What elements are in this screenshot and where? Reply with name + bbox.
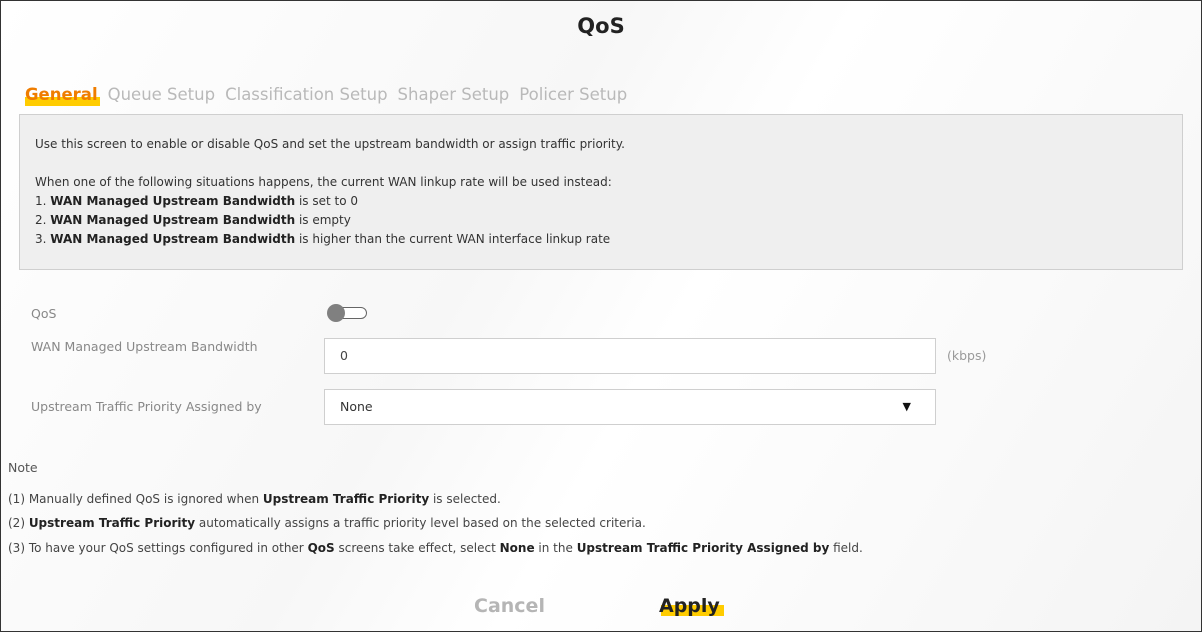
apply-button-label: Apply: [659, 595, 720, 617]
note-3-g: field.: [829, 541, 863, 555]
note-title: Note: [8, 460, 38, 475]
qos-label: QoS: [31, 306, 57, 321]
note-3-c: screens take effect, select: [334, 541, 500, 555]
note-3-f: Upstream Traffic Priority Assigned by: [576, 541, 830, 555]
note-2-b: Upstream Traffic Priority: [28, 516, 196, 530]
note-3-e: in the: [534, 541, 577, 555]
tab-general[interactable]: General: [25, 85, 100, 106]
apply-button[interactable]: Apply: [659, 595, 724, 617]
priority-select-value: None: [340, 399, 373, 414]
info-item-3: 3. WAN Managed Upstream Bandwidth is hig…: [35, 230, 1182, 249]
info-item-3-bold: WAN Managed Upstream Bandwidth: [50, 232, 296, 246]
info-item-3-rest: is higher than the current WAN interface…: [295, 232, 611, 246]
note-3-d: None: [499, 541, 535, 555]
tab-queue-setup-label: Queue Setup: [107, 85, 216, 104]
info-item-2-bold: WAN Managed Upstream Bandwidth: [50, 213, 296, 227]
note-1-c: is selected.: [429, 492, 501, 506]
dropdown-arrow-icon: ▼: [902, 400, 911, 413]
qos-toggle-knob: [327, 304, 345, 322]
note-3: (3) To have your QoS settings configured…: [8, 541, 863, 555]
priority-label: Upstream Traffic Priority Assigned by: [31, 399, 262, 414]
info-item-2-num: 2.: [35, 213, 51, 227]
info-item-2-rest: is empty: [295, 213, 351, 227]
bandwidth-label: WAN Managed Upstream Bandwidth: [31, 339, 258, 354]
note-2-a: (2): [8, 516, 29, 530]
note-2-c: automatically assigns a traffic priority…: [195, 516, 646, 530]
tab-policer-setup-label: Policer Setup: [519, 85, 628, 104]
page-title: QoS: [577, 14, 625, 38]
note-2: (2) Upstream Traffic Priority automatica…: [8, 516, 646, 530]
tab-queue-setup[interactable]: Queue Setup: [108, 85, 215, 106]
info-item-2: 2. WAN Managed Upstream Bandwidth is emp…: [35, 211, 1182, 230]
cancel-button[interactable]: Cancel: [474, 595, 545, 617]
tab-bar: General Queue Setup Classification Setup…: [25, 85, 637, 106]
info-item-1-rest: is set to 0: [295, 194, 359, 208]
tab-classification-setup[interactable]: Classification Setup: [225, 85, 387, 106]
tab-shaper-setup-label: Shaper Setup: [397, 85, 510, 104]
info-item-1-num: 1.: [35, 194, 51, 208]
note-1-b: Upstream Traffic Priority: [262, 492, 430, 506]
info-item-1: 1. WAN Managed Upstream Bandwidth is set…: [35, 192, 1182, 211]
bandwidth-input[interactable]: 0: [324, 338, 936, 374]
info-situations-intro: When one of the following situations hap…: [35, 175, 612, 189]
tab-shaper-setup[interactable]: Shaper Setup: [398, 85, 510, 106]
tab-general-label: General: [25, 85, 98, 104]
tab-classification-setup-label: Classification Setup: [225, 85, 388, 104]
note-1: (1) Manually defined QoS is ignored when…: [8, 492, 501, 506]
qos-page: QoS General Queue Setup Classification S…: [0, 0, 1202, 632]
note-3-a: (3) To have your QoS settings configured…: [8, 541, 308, 555]
info-intro: Use this screen to enable or disable QoS…: [35, 137, 625, 151]
bandwidth-unit: (kbps): [947, 348, 987, 363]
info-item-1-bold: WAN Managed Upstream Bandwidth: [50, 194, 296, 208]
info-item-3-num: 3.: [35, 232, 51, 246]
note-1-a: (1) Manually defined QoS is ignored when: [8, 492, 263, 506]
info-box: Use this screen to enable or disable QoS…: [19, 114, 1183, 270]
note-3-b: QoS: [307, 541, 335, 555]
qos-toggle[interactable]: [327, 304, 367, 322]
priority-select[interactable]: None ▼: [324, 389, 936, 425]
tab-policer-setup[interactable]: Policer Setup: [519, 85, 627, 106]
